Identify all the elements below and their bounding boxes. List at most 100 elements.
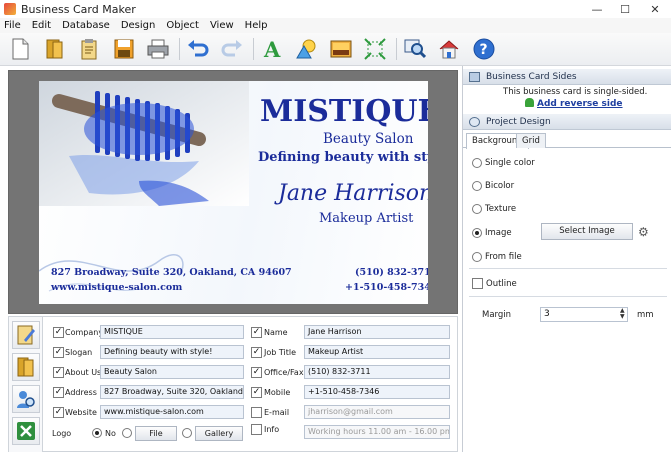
sides-message: This business card is single-sided. bbox=[503, 87, 648, 97]
about-us-field[interactable]: Beauty Salon bbox=[100, 365, 244, 379]
side-toolbar bbox=[9, 317, 43, 452]
from-file-label: From file bbox=[485, 252, 522, 262]
project-design-title: Project Design bbox=[486, 116, 551, 127]
company-field[interactable]: MISTIQUE bbox=[100, 325, 244, 339]
design-canvas[interactable]: MISTIQUE Beauty Salon Defining beauty wi… bbox=[8, 70, 458, 314]
design-divider bbox=[469, 296, 667, 297]
card-company: MISTIQUE bbox=[260, 94, 428, 129]
bicolor-radio[interactable] bbox=[472, 181, 482, 191]
job-title-checkbox[interactable]: ✓ bbox=[251, 347, 262, 358]
job-title-field[interactable]: Makeup Artist bbox=[304, 345, 450, 359]
about-us-label: About Us bbox=[65, 368, 102, 377]
contacts-search-icon[interactable] bbox=[12, 385, 40, 413]
menu-object[interactable]: Object bbox=[166, 20, 199, 31]
templates-icon[interactable] bbox=[77, 37, 101, 61]
open-icon[interactable] bbox=[43, 37, 67, 61]
info-checkbox[interactable] bbox=[251, 424, 262, 435]
info-field[interactable]: Working hours 11.00 am - 16.00 pm bbox=[304, 425, 450, 439]
zoom-icon[interactable] bbox=[403, 37, 427, 61]
website-field[interactable]: www.mistique-salon.com bbox=[100, 405, 244, 419]
add-reverse-side-label: Add reverse side bbox=[537, 99, 623, 109]
add-text-icon[interactable]: A bbox=[260, 37, 284, 61]
email-field[interactable]: jharrison@gmail.com bbox=[304, 405, 450, 419]
slogan-checkbox[interactable]: ✓ bbox=[53, 347, 64, 358]
redo-icon[interactable] bbox=[220, 37, 244, 61]
mobile-label: Mobile bbox=[264, 388, 291, 397]
outline-label: Outline bbox=[486, 279, 517, 289]
window-title: Business Card Maker bbox=[21, 2, 136, 16]
email-checkbox[interactable] bbox=[251, 407, 262, 418]
menu-help[interactable]: Help bbox=[245, 20, 268, 31]
undo-icon[interactable] bbox=[186, 37, 210, 61]
add-image-icon[interactable] bbox=[329, 37, 353, 61]
card-sides-icon bbox=[469, 71, 480, 82]
menu-edit[interactable]: Edit bbox=[32, 20, 51, 31]
toolbar: A ? bbox=[0, 33, 671, 66]
logo-file-button[interactable]: File bbox=[135, 426, 177, 441]
help-icon[interactable]: ? bbox=[472, 37, 496, 61]
add-shapes-icon[interactable] bbox=[294, 37, 318, 61]
title-bar: Business Card Maker — ☐ ✕ bbox=[0, 0, 671, 18]
card-fields-panel: ✓ Company MISTIQUE ✓ Slogan Defining bea… bbox=[8, 316, 458, 452]
minimize-button[interactable]: — bbox=[583, 0, 611, 18]
menu-design[interactable]: Design bbox=[121, 20, 156, 31]
new-icon[interactable] bbox=[8, 37, 32, 61]
office-fax-field[interactable]: (510) 832-3711 bbox=[304, 365, 450, 379]
menu-file[interactable]: File bbox=[4, 20, 21, 31]
crop-icon[interactable] bbox=[363, 37, 387, 61]
margin-stepper-arrows[interactable]: ▲ ▼ bbox=[620, 308, 625, 320]
company-label: Company bbox=[65, 328, 104, 337]
address-field[interactable]: 827 Broadway, Suite 320, Oakland, CA 946… bbox=[100, 385, 244, 399]
card-slogan: Defining beauty with style! bbox=[258, 150, 428, 165]
menu-database[interactable]: Database bbox=[62, 20, 110, 31]
texture-radio[interactable] bbox=[472, 204, 482, 214]
about-us-checkbox[interactable]: ✓ bbox=[53, 367, 64, 378]
image-settings-gear-icon[interactable]: ⚙ bbox=[638, 225, 649, 239]
office-fax-label: Office/Fax bbox=[264, 368, 304, 377]
project-design-header[interactable]: Project Design bbox=[463, 114, 671, 130]
mascara-brush-image bbox=[39, 81, 249, 206]
excel-icon[interactable] bbox=[12, 417, 40, 445]
office-fax-checkbox[interactable]: ✓ bbox=[251, 367, 262, 378]
single-color-radio[interactable] bbox=[472, 158, 482, 168]
name-field[interactable]: Jane Harrison bbox=[304, 325, 450, 339]
email-label: E-mail bbox=[264, 408, 290, 417]
mobile-checkbox[interactable]: ✓ bbox=[251, 387, 262, 398]
select-image-button[interactable]: Select Image bbox=[541, 223, 633, 240]
close-button[interactable]: ✕ bbox=[639, 0, 671, 18]
margin-unit-label: mm bbox=[637, 310, 654, 320]
tab-grid[interactable]: Grid bbox=[516, 133, 546, 148]
slogan-label: Slogan bbox=[65, 348, 93, 357]
company-checkbox[interactable]: ✓ bbox=[53, 327, 64, 338]
edit-fields-icon[interactable] bbox=[12, 321, 40, 349]
logo-file-radio[interactable] bbox=[122, 428, 132, 438]
card-job-title: Makeup Artist bbox=[319, 211, 414, 226]
info-label: Info bbox=[264, 425, 280, 434]
logo-label: Logo bbox=[52, 429, 72, 438]
name-checkbox[interactable]: ✓ bbox=[251, 327, 262, 338]
business-card[interactable]: MISTIQUE Beauty Salon Defining beauty wi… bbox=[39, 81, 428, 304]
outline-checkbox[interactable] bbox=[472, 278, 483, 289]
home-icon[interactable] bbox=[437, 37, 461, 61]
address-checkbox[interactable]: ✓ bbox=[53, 387, 64, 398]
slogan-field[interactable]: Defining beauty with style! bbox=[100, 345, 244, 359]
mobile-field[interactable]: +1-510-458-7346 bbox=[304, 385, 450, 399]
toolbar-separator bbox=[395, 38, 397, 60]
print-icon[interactable] bbox=[146, 37, 170, 61]
image-radio[interactable] bbox=[472, 228, 482, 238]
save-icon[interactable] bbox=[112, 37, 136, 61]
project-design-icon bbox=[469, 116, 480, 127]
add-reverse-side-link[interactable]: Add reverse side bbox=[525, 98, 623, 109]
database-icon[interactable] bbox=[12, 353, 40, 381]
logo-no-radio[interactable] bbox=[92, 428, 102, 438]
design-tabs: Background Grid bbox=[463, 132, 671, 149]
maximize-button[interactable]: ☐ bbox=[611, 0, 639, 18]
from-file-radio[interactable] bbox=[472, 252, 482, 262]
menu-view[interactable]: View bbox=[210, 20, 234, 31]
name-label: Name bbox=[264, 328, 288, 337]
logo-gallery-button[interactable]: Gallery bbox=[195, 426, 243, 441]
card-sides-header[interactable]: Business Card Sides bbox=[463, 69, 671, 85]
website-checkbox[interactable]: ✓ bbox=[53, 407, 64, 418]
margin-stepper[interactable]: 3 bbox=[540, 307, 628, 322]
logo-gallery-radio[interactable] bbox=[182, 428, 192, 438]
